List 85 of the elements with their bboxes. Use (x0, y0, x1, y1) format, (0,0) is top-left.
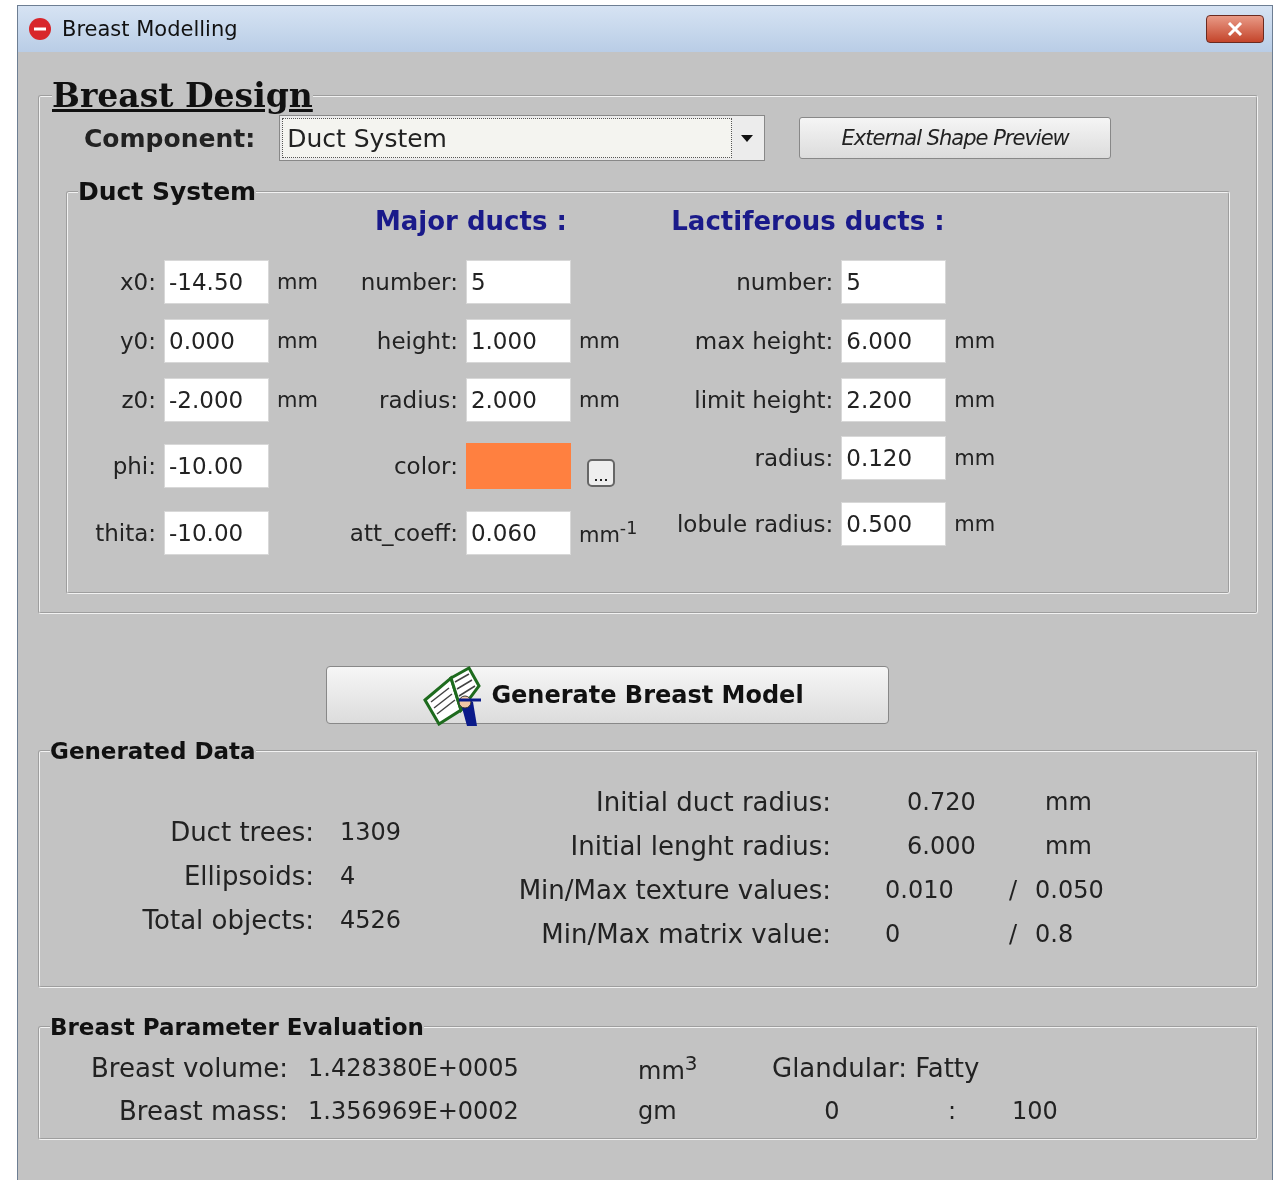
field-label: radius: (378, 386, 458, 413)
data-value: 0.010 (884, 876, 955, 904)
input-field[interactable]: 2.000 (465, 377, 571, 422)
data-label: Min/Max texture values: (517, 875, 832, 905)
field-label: number: (359, 268, 458, 295)
unit-label: mm (277, 328, 318, 353)
input-field[interactable]: 0.500 (841, 502, 947, 546)
field-label: lobule radius: (675, 511, 834, 537)
field-label: height: (375, 327, 458, 354)
unit-label: mm (954, 328, 996, 353)
input-field[interactable]: -14.50 (164, 259, 269, 304)
input-field[interactable]: 5 (841, 259, 947, 304)
unit-label: mm (578, 328, 621, 353)
input-field[interactable]: 5 (465, 259, 571, 304)
field-label: phi: (111, 453, 156, 479)
data-label: Duct trees: (169, 817, 314, 847)
unit-label: mm (954, 512, 996, 536)
section-title: Breast Design (52, 76, 313, 115)
input-field[interactable]: -10.00 (164, 444, 269, 488)
color-picker-button[interactable] (586, 459, 615, 487)
close-button[interactable] (1206, 15, 1264, 43)
unit-label: mm (1044, 788, 1093, 816)
data-value: 6.000 (906, 832, 977, 860)
data-label: Total objects: (141, 905, 314, 935)
unit-label: mm$^{3}$ (638, 1050, 699, 1085)
field-label: thita: (94, 519, 156, 546)
data-label: Initial lenght radius: (569, 831, 832, 861)
input-field[interactable]: 6.000 (841, 318, 947, 363)
field-label: number: (735, 268, 834, 295)
input-field[interactable]: 2.200 (841, 377, 947, 422)
column-heading: Major ducts : (374, 206, 567, 238)
field-label: color: (392, 453, 458, 479)
field-label: max height: (693, 327, 834, 354)
unit-label: mm (578, 387, 621, 412)
data-label: Ellipsoids: (182, 861, 314, 891)
data-value: 1.356969E+0002 (308, 1096, 520, 1125)
data-value: 4 (340, 862, 357, 890)
section-title: Breast Parameter Evaluation (50, 1014, 424, 1040)
input-field[interactable]: -2.000 (164, 377, 269, 422)
data-label: Initial duct radius: (595, 787, 832, 817)
data-label: Breast mass: (118, 1095, 288, 1126)
close-icon (1227, 22, 1243, 36)
section-title: Generated Data (50, 738, 256, 764)
component-dropdown[interactable]: Duct System (279, 115, 766, 161)
column-heading: Lactiferous ducts : (671, 206, 945, 238)
field-label: z0: (120, 386, 156, 413)
unit-label: mm$^{-1}$ (578, 518, 638, 547)
section-title: Duct System (78, 177, 257, 206)
field-label: radius: (753, 445, 834, 471)
ratio-separator: : (946, 1096, 958, 1125)
input-field[interactable]: -10.00 (164, 510, 269, 555)
data-value: 1309 (340, 818, 402, 846)
data-value: 4526 (340, 906, 402, 934)
field-label: att_coeff: (348, 519, 458, 546)
unit-label: mm (954, 387, 996, 412)
input-field[interactable]: 0.000 (164, 318, 269, 363)
unit-label: mm (277, 269, 318, 294)
glandular-label: Glandular: Fatty (772, 1052, 981, 1083)
data-label: Min/Max matrix value: (540, 919, 832, 949)
data-value: 0.050 (1035, 876, 1104, 904)
range-separator: / (1008, 920, 1019, 948)
unit-label: mm (277, 387, 318, 412)
preview-button[interactable]: External Shape Preview (799, 117, 1112, 159)
unit-label: mm (1044, 832, 1093, 860)
input-field[interactable]: 0.060 (465, 510, 571, 555)
data-value: 0 (884, 920, 902, 948)
color-swatch[interactable] (465, 443, 571, 489)
data-label: Breast volume: (90, 1052, 288, 1083)
field-label: limit height: (693, 386, 834, 413)
app-icon (28, 17, 52, 41)
range-separator: / (1008, 876, 1019, 904)
unit-label: mm (954, 446, 996, 470)
data-value: 0.720 (906, 788, 977, 816)
data-value: 100 (1012, 1096, 1059, 1125)
data-value: 1.428380E+0005 (308, 1053, 520, 1082)
field-label: y0: (119, 327, 156, 354)
data-value: 0 (823, 1096, 841, 1125)
field-label: x0: (119, 268, 156, 295)
window-title: Breast Modelling (62, 17, 239, 41)
unit-label: gm (638, 1096, 678, 1125)
data-value: 0.8 (1035, 920, 1075, 948)
input-field[interactable]: 0.120 (841, 436, 947, 480)
component-label: Component: (84, 123, 256, 153)
input-field[interactable]: 1.000 (465, 318, 571, 363)
generate-button[interactable]: Generate Breast Model (326, 666, 889, 724)
